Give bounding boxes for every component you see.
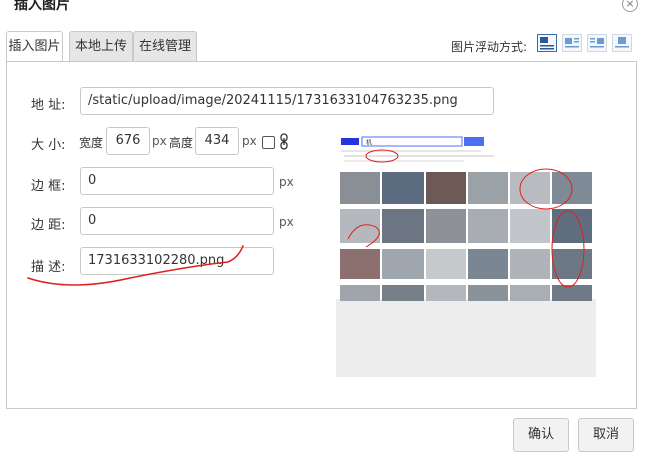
width-input[interactable]: 676 <box>106 127 150 155</box>
address-label: 地 址: <box>31 98 66 113</box>
tab-local-upload[interactable]: 本地上传 <box>69 31 133 62</box>
preview-screenshot: 机 <box>336 129 596 301</box>
float-right-icon[interactable] <box>587 34 607 52</box>
float-center-icon[interactable] <box>612 34 632 52</box>
float-mode-label: 图片浮动方式: <box>451 40 528 54</box>
description-input[interactable]: 1731633102280.png <box>80 247 274 275</box>
width-label: 宽度 <box>79 136 104 150</box>
confirm-button[interactable]: 确认 <box>513 418 569 452</box>
image-preview: 机 <box>336 129 596 377</box>
dialog-title: 插入图片 <box>14 0 70 13</box>
margin-unit: px <box>279 215 294 229</box>
float-none-icon[interactable] <box>537 34 557 52</box>
tab-online-manage[interactable]: 在线管理 <box>133 31 197 62</box>
cancel-button[interactable]: 取消 <box>578 418 634 452</box>
border-unit: px <box>279 175 294 189</box>
preview-search-text: 机 <box>366 139 372 147</box>
height-label: 高度 <box>169 136 194 150</box>
margin-label: 边 距: <box>31 218 66 233</box>
border-input[interactable]: 0 <box>80 167 274 195</box>
width-unit: px <box>152 134 167 148</box>
search-logo <box>341 138 359 145</box>
height-input[interactable]: 434 <box>195 127 239 155</box>
margin-input[interactable]: 0 <box>80 207 274 235</box>
close-icon[interactable]: × <box>622 0 638 12</box>
float-left-icon[interactable] <box>562 34 582 52</box>
height-unit: px <box>242 134 257 148</box>
description-label: 描 述: <box>31 260 66 275</box>
lock-ratio-checkbox[interactable] <box>262 136 275 149</box>
lock-ratio-icon[interactable] <box>279 133 289 150</box>
size-label: 大 小: <box>31 138 66 153</box>
border-label: 边 框: <box>31 179 66 194</box>
address-input[interactable]: /static/upload/image/20241115/1731633104… <box>80 87 494 115</box>
tab-insert-image[interactable]: 插入图片 <box>6 31 63 63</box>
